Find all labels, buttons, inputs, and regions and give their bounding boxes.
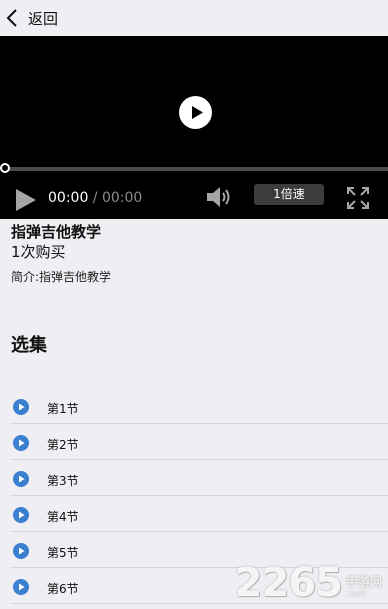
- chevron-left-icon: [6, 9, 17, 27]
- watermark-url: .com: [345, 589, 366, 598]
- volume-icon: [207, 187, 230, 207]
- play-circle-blue-icon: [13, 399, 29, 415]
- episode-label: 第2节: [47, 438, 79, 452]
- episodes-section-title: 选集: [11, 335, 47, 356]
- duration: 00:00: [101, 190, 143, 206]
- episode-item[interactable]: 第3节: [0, 460, 388, 496]
- play-circle-blue-icon: [13, 507, 29, 523]
- progress-track[interactable]: [6, 167, 388, 171]
- play-circle-blue-icon: [13, 471, 29, 487]
- episode-label: 第5节: [47, 546, 79, 560]
- course-title: 指弹吉他教学: [11, 223, 102, 241]
- watermark-sub: 手游网: [345, 575, 382, 589]
- progress-knob[interactable]: [0, 163, 10, 173]
- course-intro: 简介:指弹吉他教学: [11, 270, 112, 284]
- play-icon: [16, 189, 36, 211]
- time-separator: /: [88, 190, 102, 206]
- fullscreen-icon: [347, 187, 369, 209]
- time-display: 00:00 / 00:00: [48, 190, 142, 206]
- purchase-count: 1次购买: [11, 243, 66, 261]
- play-button[interactable]: [14, 187, 38, 217]
- big-play-button[interactable]: [179, 96, 212, 129]
- episode-label: 第6节: [47, 582, 79, 596]
- episode-item[interactable]: 第4节: [0, 496, 388, 532]
- play-circle-icon: [192, 106, 203, 119]
- volume-button[interactable]: [205, 186, 233, 212]
- current-time: 00:00: [48, 190, 89, 206]
- episode-label: 第4节: [47, 510, 79, 524]
- episode-item[interactable]: 第2节: [0, 424, 388, 460]
- play-circle-blue-icon: [13, 435, 29, 451]
- speed-button[interactable]: 1倍速: [254, 184, 324, 205]
- video-player[interactable]: 00:00 / 00:00: [0, 36, 388, 219]
- watermark-main: 2265: [234, 560, 343, 606]
- fullscreen-button[interactable]: [346, 186, 370, 214]
- watermark-side: 手游网 .com: [346, 575, 382, 599]
- episode-label: 第1节: [47, 402, 79, 416]
- back-button[interactable]: 返回: [6, 4, 58, 32]
- watermark-logo: 2265 手游网 .com: [235, 563, 382, 603]
- top-bar: 返回: [0, 0, 388, 36]
- episode-item[interactable]: 第1节: [0, 388, 388, 424]
- play-circle-blue-icon: [13, 543, 29, 559]
- episode-label: 第3节: [47, 474, 79, 488]
- play-circle-blue-icon: [13, 579, 29, 595]
- back-label: 返回: [28, 9, 59, 28]
